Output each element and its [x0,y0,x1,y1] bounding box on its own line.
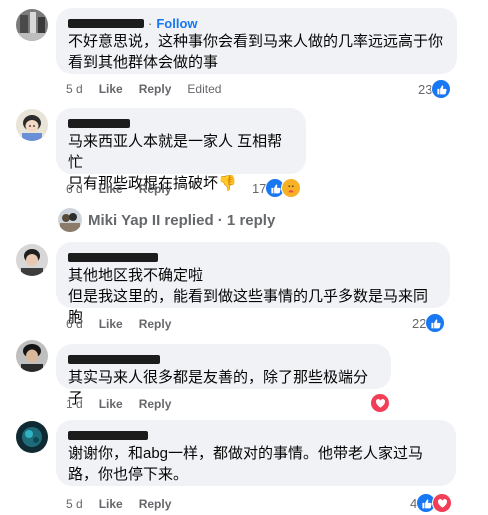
comment-actions: 5 d Like Reply Edited [66,81,237,97]
redacted-author-name [68,354,160,364]
timestamp[interactable]: 6 d [66,182,83,196]
author-row: · Follow [68,15,445,31]
reply-thread-label[interactable]: Miki Yap II replied · 1 reply [88,212,275,229]
comment-bubble: 其他地区我不确定啦 但是我这里的，能看到做这些事情的几乎多数是马来同胞 [56,242,450,326]
reaction-summary[interactable]: 4 [410,493,453,513]
comment-bubble: 其实马来人很多都是友善的，除了那些极端分子 [56,344,391,407]
reaction-count: 22 [412,315,427,331]
like-reaction-icon [431,79,452,99]
separator-dot: · [148,15,153,31]
avatar[interactable] [16,244,48,276]
like-button[interactable]: Like [99,182,123,196]
avatar[interactable] [16,9,48,41]
redacted-author-name [68,252,158,262]
comment-bubble: 马来西亚人本就是一家人 互相帮忙 只有那些政棍在搞破坏👎 [56,108,306,192]
comment-actions: 6 d Like Reply [66,181,187,197]
redacted-author-name [68,18,144,28]
like-button[interactable]: Like [99,317,123,331]
like-reaction-icon [425,313,446,333]
reply-button[interactable]: Reply [139,397,172,411]
timestamp[interactable]: 5 d [66,82,83,96]
reaction-count: 23 [418,81,433,97]
love-reaction-icon [370,393,390,413]
comment-bubble: 谢谢你，和abg一样，都做对的事情。他带老人家过马 路，你也停下来。 [56,420,456,486]
follow-button[interactable]: Follow [156,16,197,31]
avatar[interactable] [16,109,48,141]
reply-button[interactable]: Reply [139,317,172,331]
reaction-summary[interactable]: 23 [418,79,452,99]
avatar[interactable] [16,421,48,453]
like-button[interactable]: Like [99,397,123,411]
edited-label: Edited [187,82,222,96]
author-row [68,115,294,131]
replier-avatar [58,208,82,232]
comment-actions: 5 d Like Reply [66,496,187,512]
like-button[interactable]: Like [99,497,123,511]
comment-actions: 1 d Like Reply [66,396,187,412]
like-button[interactable]: Like [99,82,123,96]
author-row [68,351,379,367]
reaction-count: 17 [252,180,267,196]
reply-button[interactable]: Reply [139,182,172,196]
reply-button[interactable]: Reply [139,497,172,511]
author-row [68,427,444,443]
timestamp[interactable]: 6 d [66,317,83,331]
care-reaction-icon [281,178,302,198]
redacted-author-name [68,430,148,440]
reply-button[interactable]: Reply [139,82,172,96]
reaction-summary[interactable]: 17 [252,178,302,198]
view-replies-link[interactable]: Miki Yap II replied · 1 reply [58,208,275,232]
avatar[interactable] [16,340,48,372]
comment-bubble: · Follow 不好意思说，这种事你会看到马来人做的几率远远高于你 看到其他群… [56,8,457,74]
love-reaction-icon [432,493,453,513]
timestamp[interactable]: 5 d [66,497,83,511]
timestamp[interactable]: 1 d [66,397,83,411]
comment-text: 不好意思说，这种事你会看到马来人做的几率远远高于你 看到其他群体会做的事 [68,33,444,71]
reaction-summary[interactable]: 22 [412,313,446,333]
author-row [68,249,438,265]
comment-actions: 6 d Like Reply [66,316,187,332]
reaction-summary[interactable] [370,393,390,413]
redacted-author-name [68,118,130,128]
comment-text: 谢谢你，和abg一样，都做对的事情。他带老人家过马 路，你也停下来。 [68,445,424,483]
